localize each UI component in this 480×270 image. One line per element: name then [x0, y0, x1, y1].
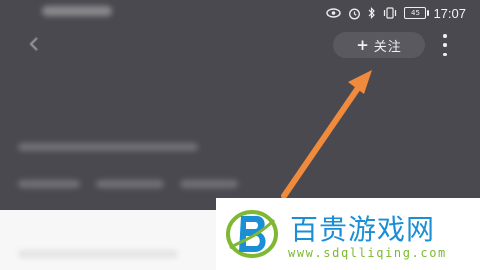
watermark: 百贵游戏网 www.sdqlliqing.com: [216, 198, 480, 270]
watermark-title: 百贵游戏网: [290, 213, 436, 246]
watermark-url: www.sdqlliqing.com: [288, 246, 447, 260]
site-logo-icon: [226, 210, 278, 258]
